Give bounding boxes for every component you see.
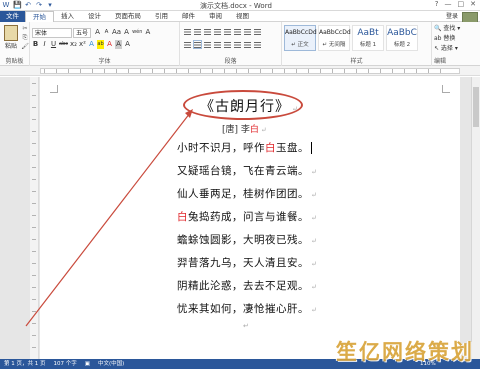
proofing-icon[interactable]: ▣: [85, 359, 90, 369]
arrow-shaft: [25, 112, 191, 327]
status-left: 第 1 页，共 1 页 107 个字 ▣ 中文(中国): [4, 359, 124, 369]
arrow-head-icon: [185, 109, 193, 118]
watermark: 笙亿网络策划: [336, 340, 474, 364]
word-window: W 💾 ↶ ↷ ▾ 演示文档.docx - Word ? — □ ✕ 文件 开始…: [0, 0, 480, 369]
annotation-arrow: [25, 109, 193, 327]
page-count[interactable]: 第 1 页，共 1 页: [4, 359, 46, 369]
word-count[interactable]: 107 个字: [54, 359, 77, 369]
language-indicator[interactable]: 中文(中国): [98, 359, 124, 369]
